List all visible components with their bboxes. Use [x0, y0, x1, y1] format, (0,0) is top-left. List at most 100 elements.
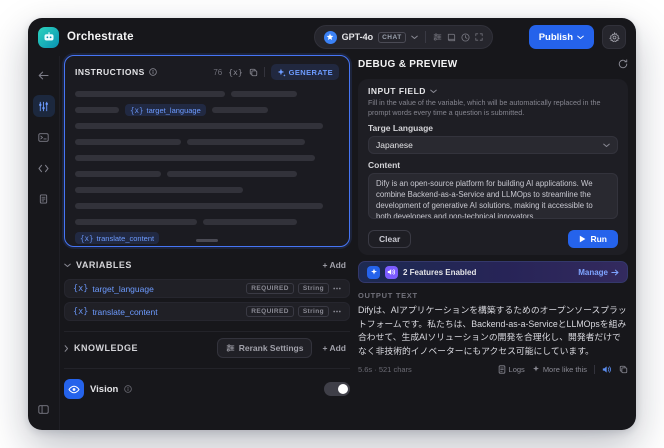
settings-button[interactable]	[602, 25, 626, 49]
vision-icon	[64, 379, 84, 399]
model-name: GPT-4o	[341, 32, 374, 42]
vision-label: Vision	[90, 383, 119, 395]
left-rail	[28, 56, 60, 430]
target-language-select[interactable]: Japanese	[368, 136, 618, 154]
copy-output-icon[interactable]	[619, 365, 628, 374]
skeleton-row: {x} target_language	[75, 104, 339, 116]
chevron-down-icon	[64, 263, 71, 267]
generate-button[interactable]: GENERATE	[270, 64, 339, 80]
select-value: Japanese	[376, 140, 413, 150]
publish-button[interactable]: Publish	[528, 25, 594, 49]
text-to-speech-feature-icon	[385, 265, 398, 279]
tune-icon	[39, 101, 48, 111]
output-stats: 5.6s · 521 chars	[358, 364, 412, 374]
more-icon[interactable]	[333, 287, 341, 290]
variables-collapse[interactable]: VARIABLES	[64, 260, 132, 270]
chevron-down-icon	[603, 143, 610, 147]
play-icon	[580, 235, 586, 243]
arrow-right-icon	[611, 269, 619, 275]
input-field-title: INPUT FIELD	[368, 86, 426, 96]
generate-label: GENERATE	[288, 67, 333, 77]
instructions-card[interactable]: INSTRUCTIONS 76 {x} GENERATE {x} target_…	[64, 55, 350, 247]
nav-orchestrate[interactable]	[32, 95, 55, 117]
insert-variable-icon[interactable]: {x}	[228, 68, 242, 77]
type-badge: String	[297, 283, 329, 294]
skeleton-row	[75, 138, 339, 146]
skeleton-row	[75, 218, 339, 226]
more-like-this-feature-icon	[367, 265, 380, 279]
skeleton-row	[75, 186, 339, 194]
gear-icon	[608, 31, 620, 42]
variable-row[interactable]: {x} translate_content REQUIRED String	[64, 302, 350, 321]
variables-title: VARIABLES	[76, 260, 132, 270]
robot-logo-icon	[44, 32, 53, 41]
divider	[424, 31, 426, 43]
nav-prompt-log[interactable]	[33, 126, 55, 148]
skeleton-row	[75, 154, 339, 162]
document-icon	[39, 194, 48, 204]
char-count: 76	[213, 67, 223, 77]
sliders-icon	[226, 344, 234, 352]
variable-row[interactable]: {x} target_language REQUIRED String	[64, 279, 350, 298]
sliders-icon[interactable]	[433, 33, 442, 41]
required-badge: REQUIRED	[246, 283, 294, 294]
input-field-card: INPUT FIELD Fill in the value of the var…	[358, 79, 628, 255]
more-like-this-button[interactable]: More like this	[532, 365, 587, 374]
required-badge: REQUIRED	[246, 306, 294, 317]
skeleton-row	[75, 202, 339, 210]
terminal-icon	[38, 132, 49, 142]
chevron-right-icon	[64, 344, 69, 352]
nav-api[interactable]	[33, 157, 55, 179]
book-icon[interactable]	[447, 33, 456, 42]
info-icon	[148, 68, 157, 76]
rerank-settings-button[interactable]: Rerank Settings	[216, 338, 313, 358]
app-logo[interactable]	[38, 26, 59, 48]
vision-section: Vision	[64, 368, 350, 399]
variable-chip[interactable]: {x} target_language	[125, 104, 206, 116]
input-field-collapse[interactable]: INPUT FIELD	[368, 86, 618, 96]
instructions-header: INSTRUCTIONS 76 {x} GENERATE	[75, 62, 339, 82]
copy-icon[interactable]	[249, 68, 258, 77]
resize-handle[interactable]	[196, 239, 218, 242]
features-bar[interactable]: 2 Features Enabled Manage	[358, 261, 628, 283]
collapse-panel-button[interactable]	[33, 398, 55, 420]
variable-name: translate_content	[92, 306, 158, 317]
divider	[263, 67, 265, 77]
knowledge-collapse[interactable]: KNOWLEDGE	[64, 343, 138, 353]
add-variable-button[interactable]: + Add	[318, 258, 350, 272]
code-icon	[38, 164, 49, 172]
clock-icon[interactable]	[461, 32, 470, 42]
run-button[interactable]: Run	[568, 230, 618, 248]
divider	[594, 364, 595, 374]
add-knowledge-button[interactable]: + Add	[318, 341, 350, 355]
refresh-icon[interactable]	[618, 59, 628, 69]
model-selector[interactable]: GPT-4o CHAT	[313, 25, 493, 49]
output-footer: 5.6s · 521 chars Logs More like this	[358, 364, 628, 374]
vision-toggle[interactable]	[324, 382, 350, 396]
back-button[interactable]	[33, 64, 55, 86]
model-provider-icon	[323, 30, 337, 44]
target-language-label: Targe Language	[368, 123, 434, 133]
clear-button[interactable]: Clear	[368, 230, 412, 248]
debug-title: DEBUG & PREVIEW	[358, 58, 458, 70]
manage-features-link[interactable]: Manage	[578, 268, 619, 277]
variable-chip[interactable]: {x} translate_content	[75, 232, 160, 244]
speaker-icon[interactable]	[602, 365, 612, 374]
sparkle-icon	[277, 68, 286, 77]
publish-label: Publish	[538, 31, 573, 43]
debug-preview-panel: DEBUG & PREVIEW INPUT FIELD Fill in the …	[358, 55, 628, 430]
logs-button[interactable]: Logs	[498, 365, 525, 374]
run-label: Run	[590, 234, 607, 244]
content-textarea[interactable]: Dify is an open-source platform for buil…	[368, 173, 618, 219]
prompt-skeleton: {x} target_language {x} translate_content	[75, 90, 339, 244]
nav-logs[interactable]	[33, 188, 55, 210]
chevron-down-icon	[430, 89, 437, 93]
skeleton-row	[75, 90, 339, 98]
knowledge-title: KNOWLEDGE	[74, 343, 138, 353]
skeleton-row	[75, 170, 339, 178]
expand-icon[interactable]	[475, 33, 483, 41]
app-window: Orchestrate GPT-4o CHAT Publish INSTRUCT…	[28, 18, 636, 430]
more-icon[interactable]	[333, 310, 341, 313]
output-text: Difyは、AIアプリケーションを構築するためのオープンソースプラットフォームで…	[358, 305, 627, 356]
info-icon	[124, 385, 133, 393]
